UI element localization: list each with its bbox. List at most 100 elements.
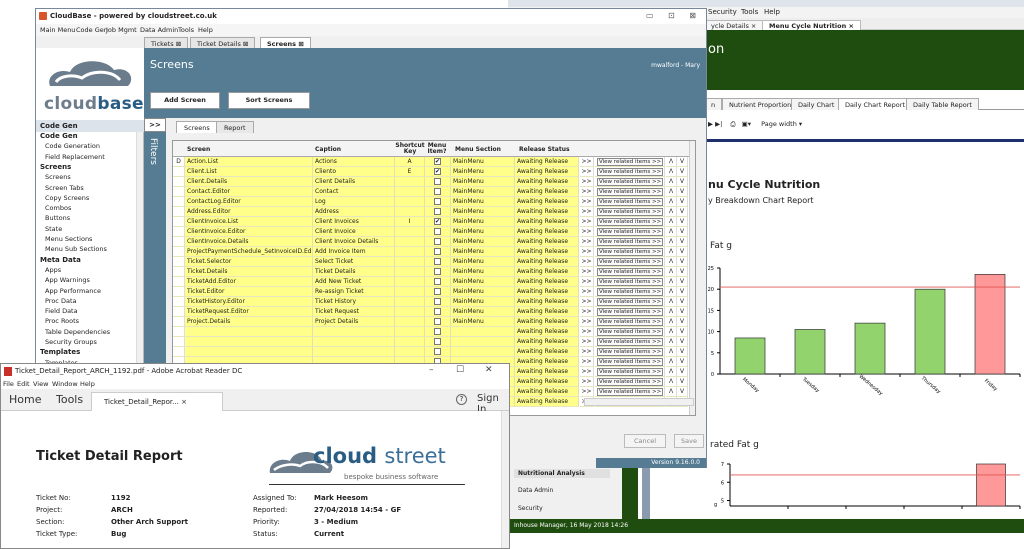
table-row[interactable]: Project.Details Project Details MainMenu Aw… <box>173 317 689 327</box>
row-nav-button[interactable]: >> <box>580 277 594 287</box>
cell-menu-section[interactable]: MainMenu <box>451 247 515 257</box>
sidebar-item[interactable]: Buttons <box>36 214 136 223</box>
export-icon[interactable]: ▣▾ <box>742 120 751 128</box>
sidebar-item[interactable]: Field Replacement <box>36 153 136 162</box>
cell-release-status[interactable]: Awaiting Release <box>515 297 579 307</box>
cell-menu-item[interactable]: ✔ <box>425 217 451 227</box>
menu-item-checkbox[interactable] <box>434 247 441 255</box>
move-down-button[interactable]: V <box>677 217 688 227</box>
menu-view[interactable]: View <box>33 380 48 388</box>
print-icon[interactable]: ⎙ <box>730 120 735 128</box>
menu-item-checkbox[interactable]: ✔ <box>434 217 441 225</box>
row-nav-button[interactable]: >> <box>580 297 594 307</box>
cell-release-status[interactable]: Awaiting Release <box>515 317 579 327</box>
row-selector[interactable] <box>173 337 185 347</box>
cell-menu-section[interactable]: MainMenu <box>451 257 515 267</box>
menu-tools[interactable]: Tools <box>741 8 758 16</box>
row-nav-button[interactable]: >> <box>580 327 594 337</box>
cell-shortcut-key[interactable]: E <box>395 167 425 177</box>
row-nav-button[interactable]: >> <box>580 357 594 367</box>
move-down-button[interactable]: V <box>677 367 688 377</box>
cell-screen[interactable]: ClientInvoice.Editor <box>185 227 313 237</box>
add-screen-button[interactable]: Add Screen <box>150 92 220 109</box>
cell-release-status[interactable]: Awaiting Release <box>515 257 579 267</box>
move-down-button[interactable]: V <box>677 297 688 307</box>
row-selector[interactable] <box>173 227 185 237</box>
sidebar-scrollbar[interactable] <box>136 132 143 372</box>
view-related-items-button[interactable]: View related items >> <box>595 207 665 217</box>
sidebar-item[interactable]: Field Data <box>36 307 136 316</box>
cell-shortcut-key[interactable] <box>395 237 425 247</box>
view-related-items-button[interactable]: View related items >> <box>595 267 665 277</box>
menu-item-checkbox[interactable] <box>434 177 441 185</box>
menu-help[interactable]: Help <box>198 26 213 34</box>
view-related-items-button[interactable]: View related items >> <box>595 227 665 237</box>
move-down-button[interactable]: V <box>677 377 688 387</box>
cell-shortcut-key[interactable] <box>395 297 425 307</box>
cell-release-status[interactable]: Awaiting Release <box>515 347 579 357</box>
view-related-items-button[interactable]: View related items >> <box>595 327 665 337</box>
cell-caption[interactable]: Project Details <box>313 317 395 327</box>
table-row[interactable]: Contact.Editor Contact MainMenu Awaiting Re… <box>173 187 689 197</box>
sidebar-group[interactable]: Meta Data <box>36 256 136 265</box>
cell-screen[interactable]: Ticket.Selector <box>185 257 313 267</box>
home-tab[interactable]: Home <box>9 393 41 406</box>
cell-menu-section[interactable]: MainMenu <box>451 277 515 287</box>
sidebar-item[interactable]: Screens <box>36 173 136 182</box>
view-related-items-button[interactable]: View related items >> <box>595 297 665 307</box>
sidebar-item[interactable]: Proc Data <box>36 297 136 306</box>
cell-release-status[interactable]: Awaiting Release <box>515 247 579 257</box>
cell-shortcut-key[interactable] <box>395 287 425 297</box>
cell-menu-section[interactable]: MainMenu <box>451 317 515 327</box>
move-up-button[interactable]: Λ <box>666 327 677 337</box>
cell-release-status[interactable]: Awaiting Release <box>515 377 579 387</box>
row-selector[interactable] <box>173 327 185 337</box>
move-down-button[interactable]: V <box>677 347 688 357</box>
cell-shortcut-key[interactable] <box>395 207 425 217</box>
sidebar-item[interactable]: State <box>36 225 136 234</box>
move-down-button[interactable]: V <box>677 207 688 217</box>
sidebar-item[interactable]: App Performance <box>36 287 136 296</box>
move-down-button[interactable]: V <box>677 177 688 187</box>
move-up-button[interactable]: Λ <box>666 287 677 297</box>
cell-menu-item[interactable] <box>425 277 451 287</box>
nav-data-admin[interactable]: Data Admin <box>518 487 553 494</box>
menu-item-checkbox[interactable] <box>434 317 441 325</box>
cell-shortcut-key[interactable] <box>395 327 425 337</box>
grid-horizontal-scrollbar[interactable] <box>584 398 694 406</box>
table-row[interactable]: D Action.List Actions A ✔ MainMenu Awaiting Re… <box>173 157 689 167</box>
menu-item-checkbox[interactable] <box>434 327 441 335</box>
move-up-button[interactable]: Λ <box>666 367 677 377</box>
close-icon[interactable]: × <box>751 22 756 30</box>
sidebar-item[interactable]: Screen Tabs <box>36 184 136 193</box>
cell-release-status[interactable]: Awaiting Release <box>515 337 579 347</box>
menu-tools[interactable]: Tools <box>178 26 194 34</box>
cell-release-status[interactable]: Awaiting Release <box>515 387 579 397</box>
row-selector[interactable] <box>173 167 185 177</box>
menu-code-gen[interactable]: Code Gen <box>76 26 108 34</box>
cell-menu-item[interactable] <box>425 207 451 217</box>
menu-item-checkbox[interactable] <box>434 297 441 305</box>
row-nav-button[interactable]: >> <box>580 167 594 177</box>
row-nav-button[interactable]: >> <box>580 157 594 167</box>
view-related-items-button[interactable]: View related items >> <box>595 157 665 167</box>
document-tab[interactable]: Ticket_Detail_Repor... × <box>91 392 223 411</box>
tab-menu-cycle-nutrition[interactable]: Menu Cycle Nutrition × <box>762 20 861 30</box>
sidebar-group[interactable]: Templates <box>36 348 136 357</box>
cell-screen[interactable]: Ticket.Details <box>185 267 313 277</box>
menu-main-menu[interactable]: Main Menu <box>40 26 75 34</box>
cell-shortcut-key[interactable] <box>395 177 425 187</box>
cancel-button[interactable]: Cancel <box>624 434 666 448</box>
cell-release-status[interactable]: Awaiting Release <box>515 177 579 187</box>
cell-shortcut-key[interactable] <box>395 307 425 317</box>
sidebar-item[interactable]: Table Dependencies <box>36 328 136 337</box>
row-selector[interactable] <box>173 207 185 217</box>
view-related-items-button[interactable]: View related items >> <box>595 357 665 367</box>
view-related-items-button[interactable]: View related items >> <box>595 347 665 357</box>
cell-release-status[interactable]: Awaiting Release <box>515 367 579 377</box>
menu-item-checkbox[interactable] <box>434 257 441 265</box>
cell-menu-section[interactable] <box>451 327 515 337</box>
cell-screen[interactable] <box>185 347 313 357</box>
cell-release-status[interactable]: Awaiting Release <box>515 237 579 247</box>
view-related-items-button[interactable]: View related items >> <box>595 317 665 327</box>
